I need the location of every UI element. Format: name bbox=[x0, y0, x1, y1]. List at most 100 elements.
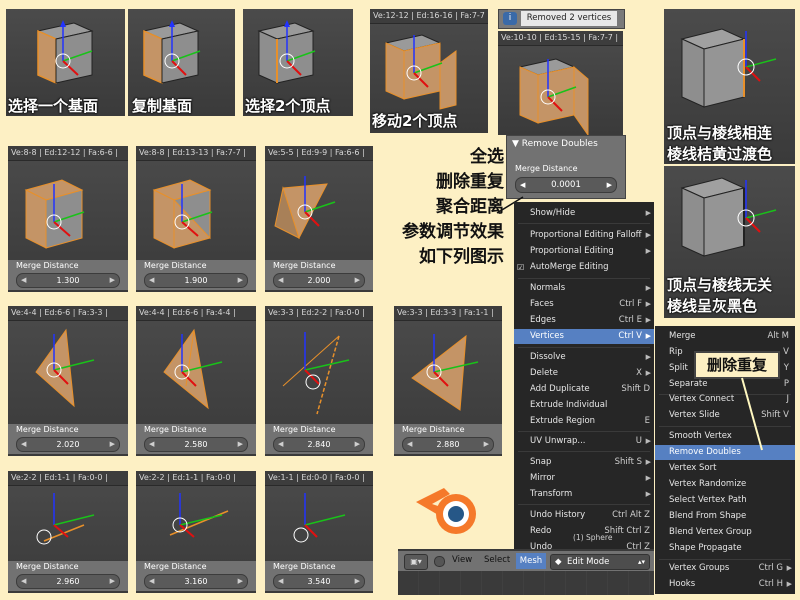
decrement-arrow-icon[interactable]: ◀ bbox=[149, 274, 154, 287]
decrement-arrow-icon[interactable]: ◀ bbox=[149, 438, 154, 451]
decrement-arrow-icon[interactable]: ◀ bbox=[407, 438, 412, 451]
menu-item-delete[interactable]: Delete X ▶ bbox=[514, 366, 654, 381]
menu-item-select-vertex-path[interactable]: Select Vertex Path bbox=[655, 493, 795, 508]
mode-selector[interactable]: ◆ Edit Mode ▴▾ bbox=[550, 554, 650, 570]
edge-gizmo-icon bbox=[169, 493, 229, 538]
increment-arrow-icon[interactable]: ▶ bbox=[110, 274, 115, 287]
caption-move-vertices: 移动2个顶点 bbox=[372, 112, 458, 130]
merge-distance-field[interactable]: ◀ 2.580 ▶ bbox=[144, 437, 248, 452]
increment-arrow-icon[interactable]: ▶ bbox=[238, 438, 243, 451]
decrement-arrow-icon[interactable]: ◀ bbox=[278, 575, 283, 588]
triangle-gizmo-icon bbox=[163, 328, 223, 410]
merge-distance-field[interactable]: ◀ 2.840 ▶ bbox=[273, 437, 365, 452]
menu-item-extrude-individual[interactable]: Extrude Individual bbox=[514, 398, 654, 413]
merge-distance-label: Merge Distance bbox=[273, 425, 336, 434]
menu-item-proportional-falloff[interactable]: Proportional Editing Falloff ▶ bbox=[514, 228, 654, 243]
editor-type-icon[interactable]: ▣▾ bbox=[404, 554, 428, 570]
increment-arrow-icon[interactable]: ▶ bbox=[355, 438, 360, 451]
decrement-arrow-icon[interactable]: ◀ bbox=[520, 178, 525, 192]
merge-panel: Merge Distance ◀ 2.880 ▶ bbox=[394, 424, 502, 454]
merge-panel: Merge Distance ◀ 1.900 ▶ bbox=[136, 260, 256, 290]
menu-item-remove-doubles[interactable]: Remove Doubles bbox=[655, 445, 795, 460]
merge-distance-field[interactable]: ◀ 2.880 ▶ bbox=[402, 437, 494, 452]
menu-item-transform[interactable]: Transform ▶ bbox=[514, 487, 654, 502]
toggle-icon[interactable] bbox=[434, 556, 445, 567]
menu-item-vertex-sort[interactable]: Vertex Sort bbox=[655, 461, 795, 476]
increment-arrow-icon[interactable]: ▶ bbox=[484, 438, 489, 451]
callout-pointer-line bbox=[741, 377, 763, 451]
menu-item-extrude-region[interactable]: Extrude Region E bbox=[514, 414, 654, 429]
annotation-line: 如下列图示 bbox=[419, 247, 504, 267]
merge-distance-field[interactable]: ◀ 2.960 ▶ bbox=[16, 574, 120, 589]
menu-item-smooth-vertex[interactable]: Smooth Vertex bbox=[655, 429, 795, 444]
menu-item-blend-from-shape[interactable]: Blend From Shape bbox=[655, 509, 795, 524]
menu-view[interactable]: View bbox=[452, 555, 472, 565]
increment-arrow-icon[interactable]: ▶ bbox=[238, 575, 243, 588]
viewport-merge-2880: Ve:3-3 | Ed:3-3 | Fa:1-1 | Merge Distanc… bbox=[394, 306, 502, 456]
decrement-arrow-icon[interactable]: ◀ bbox=[21, 438, 26, 451]
merge-distance-field[interactable]: ◀ 0.0001 ▶ bbox=[515, 177, 617, 193]
menu-item-proportional-editing[interactable]: Proportional Editing ▶ bbox=[514, 244, 654, 259]
collapse-triangle-icon[interactable]: ▼ bbox=[512, 139, 519, 149]
submenu-arrow-icon: ▶ bbox=[645, 458, 651, 466]
menu-item-shape-propagate[interactable]: Shape Propagate bbox=[655, 541, 795, 556]
menu-item-add-duplicate[interactable]: Add Duplicate Shift D bbox=[514, 382, 654, 397]
increment-arrow-icon[interactable]: ▶ bbox=[238, 274, 243, 287]
menu-item-vertex-groups[interactable]: Vertex Groups Ctrl G ▶ bbox=[655, 561, 795, 576]
viewport-duplicate-face: 复制基面 bbox=[128, 9, 235, 116]
menu-item-vertex-randomize[interactable]: Vertex Randomize bbox=[655, 477, 795, 492]
decrement-arrow-icon[interactable]: ◀ bbox=[278, 274, 283, 287]
menu-item-hooks[interactable]: Hooks Ctrl H ▶ bbox=[655, 577, 795, 592]
submenu-arrow-icon: ▶ bbox=[786, 580, 792, 588]
menu-item-blend-vertex-group[interactable]: Blend Vertex Group bbox=[655, 525, 795, 540]
merge-distance-label: Merge Distance bbox=[515, 164, 578, 173]
increment-arrow-icon[interactable]: ▶ bbox=[607, 178, 612, 192]
annotation-line: 删除重复 bbox=[436, 172, 504, 192]
menu-item-normals[interactable]: Normals ▶ bbox=[514, 281, 654, 296]
menu-item-vertices[interactable]: Vertices Ctrl V ▶ bbox=[514, 329, 654, 344]
merge-distance-label: Merge Distance bbox=[16, 562, 79, 571]
checkbox-icon[interactable]: ☑ bbox=[517, 260, 524, 275]
menu-item-vertex-connect[interactable]: Vertex Connect J bbox=[655, 392, 795, 407]
decrement-arrow-icon[interactable]: ◀ bbox=[149, 575, 154, 588]
submenu-arrow-icon: ▶ bbox=[645, 332, 651, 340]
menu-item-mirror[interactable]: Mirror ▶ bbox=[514, 471, 654, 486]
merge-distance-field[interactable]: ◀ 3.160 ▶ bbox=[144, 574, 248, 589]
menu-mesh[interactable]: Mesh bbox=[516, 553, 546, 569]
triangle-gizmo-icon bbox=[35, 328, 95, 408]
increment-arrow-icon[interactable]: ▶ bbox=[110, 438, 115, 451]
merge-panel: Merge Distance ◀ 2.580 ▶ bbox=[136, 424, 256, 454]
blender-logo-icon bbox=[416, 488, 476, 534]
caption-unconnected-2: 棱线呈灰黑色 bbox=[667, 297, 758, 315]
decrement-arrow-icon[interactable]: ◀ bbox=[21, 274, 26, 287]
merge-distance-field[interactable]: ◀ 2.020 ▶ bbox=[16, 437, 120, 452]
merge-distance-field[interactable]: ◀ 1.900 ▶ bbox=[144, 273, 248, 288]
menu-item-undo-history[interactable]: Undo History Ctrl Alt Z bbox=[514, 508, 654, 523]
grid-strip bbox=[398, 571, 654, 595]
merge-distance-field[interactable]: ◀ 1.300 ▶ bbox=[16, 273, 120, 288]
menu-item-show-hide[interactable]: Show/Hide ▶ bbox=[514, 206, 654, 221]
merge-distance-field[interactable]: ◀ 3.540 ▶ bbox=[273, 574, 365, 589]
menu-item-faces[interactable]: Faces Ctrl F ▶ bbox=[514, 297, 654, 312]
menu-item-snap[interactable]: Snap Shift S ▶ bbox=[514, 455, 654, 470]
submenu-arrow-icon: ▶ bbox=[645, 247, 651, 255]
merge-distance-field[interactable]: ◀ 2.000 ▶ bbox=[273, 273, 365, 288]
increment-arrow-icon[interactable]: ▶ bbox=[110, 575, 115, 588]
menu-item-merge[interactable]: Merge Alt M bbox=[655, 329, 795, 344]
menu-item-vertex-slide[interactable]: Vertex Slide Shift V bbox=[655, 408, 795, 423]
increment-arrow-icon[interactable]: ▶ bbox=[355, 274, 360, 287]
decrement-arrow-icon[interactable]: ◀ bbox=[21, 575, 26, 588]
menu-item-edges[interactable]: Edges Ctrl E ▶ bbox=[514, 313, 654, 328]
menu-item-dissolve[interactable]: Dissolve ▶ bbox=[514, 350, 654, 365]
menu-item-uv-unwrap[interactable]: UV Unwrap... U ▶ bbox=[514, 434, 654, 449]
viewport-connected-edges: 顶点与棱线相连 棱线桔黄过渡色 bbox=[664, 9, 795, 164]
merge-panel: Merge Distance ◀ 2.840 ▶ bbox=[265, 424, 373, 454]
menu-select[interactable]: Select bbox=[484, 555, 510, 565]
increment-arrow-icon[interactable]: ▶ bbox=[355, 575, 360, 588]
decrement-arrow-icon[interactable]: ◀ bbox=[278, 438, 283, 451]
caption-connected-1: 顶点与棱线相连 bbox=[667, 124, 773, 142]
menu-item-separate[interactable]: Separate P bbox=[655, 377, 795, 392]
merge-distance-label: Merge Distance bbox=[16, 261, 79, 270]
menu-item-automerge[interactable]: ☑ AutoMerge Editing bbox=[514, 260, 654, 275]
viewport-merge-3540: Ve:1-1 | Ed:0-0 | Fa:0-0 | Merge Distanc… bbox=[265, 471, 373, 593]
